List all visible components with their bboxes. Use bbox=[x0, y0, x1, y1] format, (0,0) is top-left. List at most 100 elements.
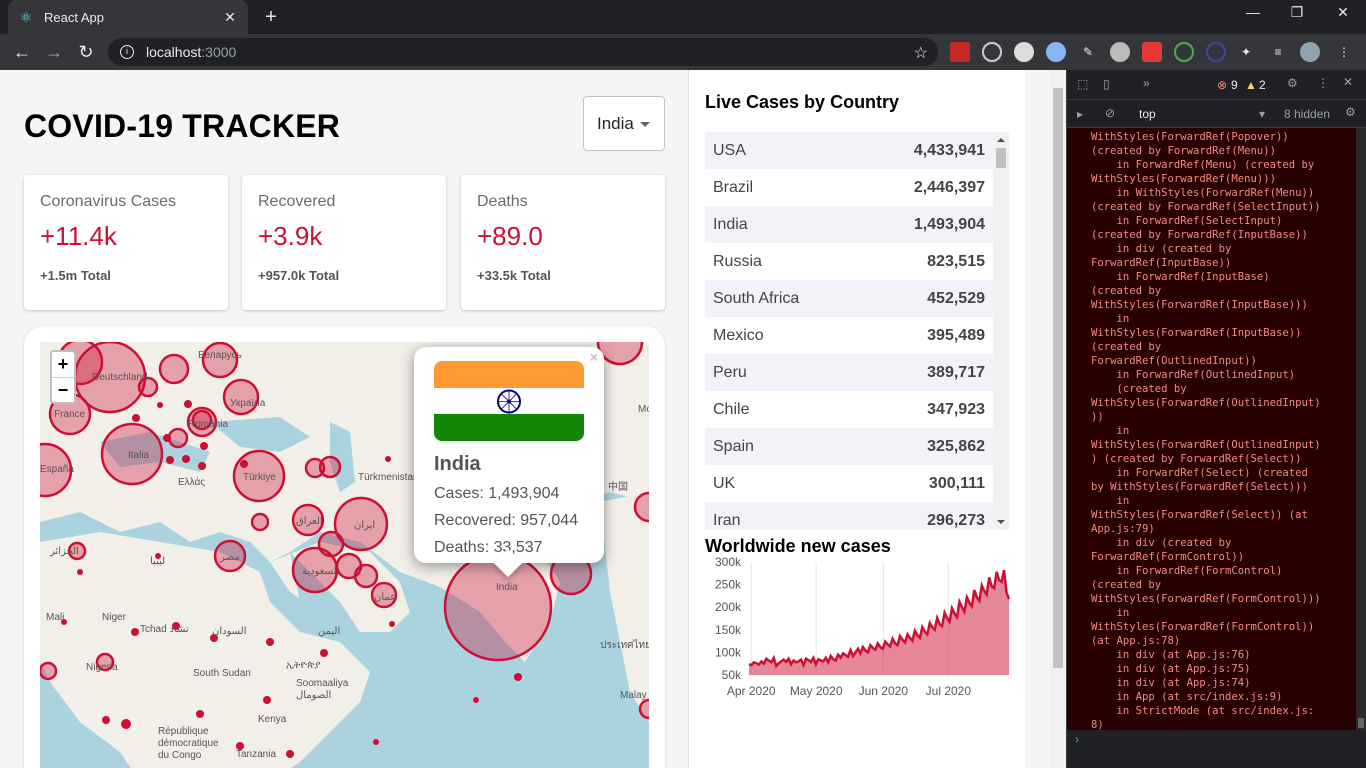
zoom-in-button[interactable]: + bbox=[52, 352, 74, 377]
extension-icon-3[interactable] bbox=[1014, 42, 1034, 62]
country-popup: × India Cases: 1,493,904 Recovered: 957,… bbox=[414, 347, 604, 578]
extension-icon-2[interactable] bbox=[982, 42, 1002, 62]
label-egypt: مصر bbox=[219, 552, 240, 563]
console-output: WithStyles(ForwardRef(Popover)) (created… bbox=[1067, 128, 1357, 730]
case-circle-israel[interactable] bbox=[250, 512, 270, 532]
stat-card-value: +3.9k bbox=[258, 221, 323, 251]
profile-avatar[interactable] bbox=[1300, 42, 1320, 62]
stat-card-title: Recovered bbox=[258, 193, 336, 210]
device-toggle-icon[interactable]: ▯ bbox=[1103, 77, 1110, 91]
stat-card-recovered[interactable]: Recovered +3.9k +957.0k Total bbox=[242, 175, 446, 310]
case-circle-kuwait[interactable] bbox=[317, 530, 345, 558]
y-tick-label: 250k bbox=[715, 578, 742, 592]
row-country: Spain bbox=[713, 437, 754, 455]
console-settings-icon[interactable]: ⚙ bbox=[1345, 105, 1356, 119]
devtools-close-icon[interactable]: ✕ bbox=[1343, 75, 1353, 89]
country-select[interactable]: India bbox=[583, 96, 665, 151]
zoom-out-button[interactable]: − bbox=[52, 377, 74, 402]
y-tick-label: 300k bbox=[715, 556, 742, 569]
case-circle-malaysia[interactable] bbox=[638, 698, 649, 720]
page-scroll-thumb[interactable] bbox=[1053, 88, 1063, 668]
country-select-value: India bbox=[597, 113, 634, 133]
reading-list-icon[interactable]: ≡ bbox=[1268, 42, 1288, 62]
page-scrollbar[interactable] bbox=[1050, 70, 1066, 768]
warning-icon: ▲ bbox=[1245, 78, 1257, 92]
x-tick-label: Jun 2020 bbox=[859, 684, 909, 698]
extensions-puzzle-icon[interactable]: ✦ bbox=[1236, 42, 1256, 62]
error-count-icon[interactable]: ⊗ bbox=[1217, 78, 1227, 92]
settings-gear-icon[interactable]: ⚙ bbox=[1287, 76, 1298, 90]
popup-close-button[interactable]: × bbox=[590, 349, 598, 365]
context-dropdown-icon[interactable]: ▾ bbox=[1259, 107, 1265, 121]
label-india: India bbox=[496, 582, 518, 593]
case-circle-poland[interactable] bbox=[158, 353, 190, 385]
row-country: India bbox=[713, 215, 748, 233]
window-close-icon[interactable]: ✕ bbox=[1328, 4, 1358, 21]
row-cases: 1,493,904 bbox=[913, 215, 985, 233]
extension-icon-1[interactable] bbox=[950, 42, 970, 62]
row-country: South Africa bbox=[713, 289, 800, 307]
live-cases-table[interactable]: USA 4,433,941 Brazil 2,446,397 India 1,493,90… bbox=[705, 132, 993, 530]
label-ethiopia: ኢትዮጵያ bbox=[286, 660, 320, 671]
extension-icon-6[interactable] bbox=[1110, 42, 1130, 62]
extension-icon-5[interactable]: ✎ bbox=[1078, 42, 1098, 62]
reload-icon[interactable]: ↻ bbox=[74, 40, 98, 64]
scroll-up-icon[interactable] bbox=[997, 138, 1005, 142]
x-tick-label: Apr 2020 bbox=[727, 684, 776, 698]
sidebar-toggle-icon[interactable]: ▸ bbox=[1077, 107, 1083, 121]
label-mali: Mali bbox=[46, 612, 64, 623]
scroll-down-icon[interactable] bbox=[997, 520, 1005, 524]
label-italia: Italia bbox=[128, 450, 150, 461]
live-cases-title: Live Cases by Country bbox=[705, 92, 900, 112]
extension-icon-7[interactable] bbox=[1142, 42, 1162, 62]
clear-console-icon[interactable]: ⊘ bbox=[1105, 106, 1115, 120]
devtools-toolbar: ⬚ ▯ » ⊗ 9 ▲ 2 ⚙ ⋮ ✕ bbox=[1067, 70, 1366, 100]
chrome-menu-icon[interactable]: ⋮ bbox=[1334, 42, 1354, 62]
row-country: Russia bbox=[713, 252, 762, 270]
case-circle-india[interactable] bbox=[443, 552, 553, 662]
table-row: UK 300,111 bbox=[705, 465, 993, 502]
info-icon[interactable]: i bbox=[120, 45, 134, 59]
error-count: 9 bbox=[1231, 78, 1238, 92]
console-toolbar: ▸ ⊘ top ▾ 8 hidden ⚙ bbox=[1067, 100, 1366, 128]
react-favicon-icon: ⚛ bbox=[19, 9, 33, 25]
table-row: Brazil 2,446,397 bbox=[705, 169, 993, 206]
table-scroll-thumb[interactable] bbox=[996, 148, 1006, 168]
bookmark-star-icon[interactable]: ☆ bbox=[914, 43, 928, 63]
more-panels-icon[interactable]: » bbox=[1143, 76, 1150, 90]
extension-icon-8[interactable] bbox=[1174, 42, 1194, 62]
stat-card-deaths[interactable]: Deaths +89.0 +33.5k Total bbox=[461, 175, 665, 310]
console-prompt-icon[interactable]: › bbox=[1075, 732, 1079, 746]
forward-icon[interactable]: → bbox=[42, 40, 66, 64]
tab-close-icon[interactable]: ✕ bbox=[222, 9, 238, 26]
new-tab-button[interactable]: + bbox=[260, 6, 282, 28]
zoom-control: + − bbox=[50, 350, 76, 404]
row-cases: 4,433,941 bbox=[913, 141, 985, 159]
address-bar[interactable]: i localhost:3000 ☆ bbox=[108, 38, 938, 66]
back-icon[interactable]: ← bbox=[10, 40, 34, 64]
case-circle-uae[interactable] bbox=[353, 563, 379, 589]
minimize-icon[interactable]: — bbox=[1238, 4, 1268, 20]
console-scrollbar[interactable] bbox=[1356, 128, 1366, 730]
label-yemen: اليمن bbox=[318, 626, 340, 637]
browser-tab[interactable]: ⚛ React App ✕ bbox=[8, 0, 248, 34]
context-selector[interactable]: top bbox=[1139, 107, 1156, 121]
right-panel: Live Cases by Country USA 4,433,941 Brazil… bbox=[688, 70, 1025, 768]
extension-icon-9[interactable] bbox=[1206, 42, 1226, 62]
url-host: localhost bbox=[146, 44, 202, 60]
case-circle-georgia[interactable] bbox=[304, 457, 326, 479]
devtools-menu-icon[interactable]: ⋮ bbox=[1317, 76, 1329, 90]
world-map[interactable]: Deutschland Беларусь France Україна Româ… bbox=[40, 342, 649, 768]
label-ukraina: Україна bbox=[230, 398, 266, 409]
inspect-icon[interactable]: ⬚ bbox=[1077, 77, 1088, 91]
stat-card-cases[interactable]: Coronavirus Cases +11.4k +1.5m Total bbox=[24, 175, 228, 310]
popup-country-name: India bbox=[434, 453, 481, 475]
table-scrollbar[interactable] bbox=[993, 132, 1009, 530]
restore-icon[interactable]: ❐ bbox=[1282, 4, 1312, 21]
case-circle-ghana[interactable] bbox=[40, 661, 58, 681]
label-france: France bbox=[54, 409, 86, 420]
row-cases: 2,446,397 bbox=[913, 178, 985, 196]
label-belarus: Беларусь bbox=[198, 350, 242, 361]
case-circle-serbia[interactable] bbox=[167, 427, 189, 449]
extension-icon-4[interactable] bbox=[1046, 42, 1066, 62]
